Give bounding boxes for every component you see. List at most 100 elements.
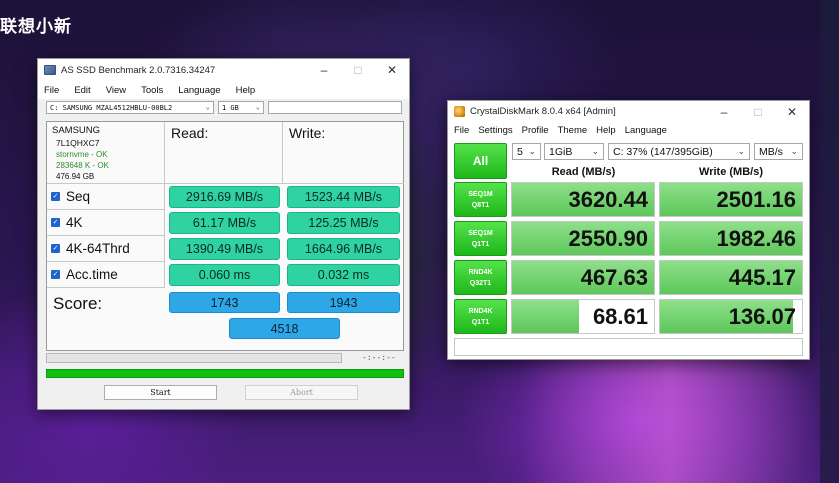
menu-file[interactable]: File — [454, 125, 469, 136]
drive-select[interactable]: C: 37% (147/395GiB) ⌄ — [608, 143, 750, 160]
result-value: 1982.46 — [716, 225, 796, 251]
app-icon — [454, 106, 465, 117]
minimize-icon[interactable]: – — [307, 59, 341, 81]
maximize-icon[interactable]: □ — [741, 101, 775, 123]
menu-bar: File Settings Profile Theme Help Languag… — [448, 122, 809, 139]
menu-view[interactable]: View — [106, 85, 126, 96]
test-4k64[interactable]: ✓ 4K-64Thrd — [51, 241, 130, 256]
close-icon[interactable]: ✕ — [375, 59, 409, 81]
drive-value: C: 37% (147/395GiB) — [613, 145, 713, 158]
menu-bar: File Edit View Tools Language Help — [38, 81, 409, 99]
menu-language[interactable]: Language — [625, 125, 667, 136]
elapsed-time: -:--:-- — [362, 353, 396, 362]
rnd4k-q32t1-read: 467.63 — [511, 260, 655, 295]
write-header: Write: — [289, 125, 326, 141]
test-acc[interactable]: ✓ Acc.time — [51, 267, 118, 282]
runs-value: 5 — [517, 145, 523, 158]
title-bar[interactable]: AS SSD Benchmark 2.0.7316.34247 – □ ✕ — [38, 59, 409, 81]
test-label-line2: Q32T1 — [469, 279, 492, 287]
menu-settings[interactable]: Settings — [478, 125, 512, 136]
acc-read-value: 0.060 ms — [169, 264, 280, 286]
seq-write-value: 1523.44 MB/s — [287, 186, 400, 208]
score-read: 1743 — [169, 292, 280, 313]
test-seq[interactable]: ✓ Seq — [51, 189, 90, 204]
brand-watermark: 联想小新 — [0, 17, 72, 36]
minimize-icon[interactable]: – — [707, 101, 741, 123]
all-button[interactable]: All — [454, 143, 507, 179]
menu-file[interactable]: File — [44, 85, 59, 96]
start-button[interactable]: Start — [104, 385, 217, 400]
result-value: 68.61 — [592, 303, 648, 329]
seq1m-q1t1-write: 1982.46 — [659, 221, 803, 256]
menu-help[interactable]: Help — [236, 85, 256, 96]
menu-theme[interactable]: Theme — [558, 125, 588, 136]
alignment-status: 283648 K - OK — [56, 161, 109, 170]
menu-profile[interactable]: Profile — [522, 125, 549, 136]
result-value: 445.17 — [728, 264, 796, 290]
test-label-line2: Q1T1 — [471, 318, 490, 326]
score-total: 4518 — [229, 318, 340, 339]
test-4k[interactable]: ✓ 4K — [51, 215, 83, 230]
test-seq1m-q1t1-button[interactable]: SEQ1M Q1T1 — [454, 221, 507, 256]
info-field — [268, 101, 402, 114]
checkbox-icon[interactable]: ✓ — [51, 192, 60, 201]
checkbox-icon[interactable]: ✓ — [51, 244, 60, 253]
result-value: 2501.16 — [716, 186, 796, 212]
size-value: 1GiB — [549, 145, 573, 158]
test-label-line1: SEQ1M — [468, 190, 493, 198]
test-seq1m-q8t1-button[interactable]: SEQ1M Q8T1 — [454, 182, 507, 217]
menu-edit[interactable]: Edit — [74, 85, 90, 96]
device-brand: SAMSUNG — [52, 125, 101, 136]
write-header-cell: Write: — [283, 122, 404, 184]
4k64-read-value: 1390.49 MB/s — [169, 238, 280, 260]
size-select-value: 1 GB — [222, 103, 239, 112]
results-grid: SAMSUNG 7L1QHXC7 stornvme - OK 283648 K … — [46, 121, 404, 351]
score-label: Score: — [53, 294, 103, 313]
size-select[interactable]: 1 GB ⌄ — [218, 101, 264, 114]
read-header: Read: — [171, 125, 209, 141]
device-info: SAMSUNG 7L1QHXC7 stornvme - OK 283648 K … — [47, 122, 165, 184]
background-glow — [520, 360, 820, 483]
unit-select[interactable]: MB/s ⌄ — [754, 143, 803, 160]
test-seq-label: Seq — [66, 189, 91, 204]
rnd4k-q1t1-write: 136.07 — [659, 299, 803, 334]
test-label-line2: Q8T1 — [471, 201, 490, 209]
device-model: 7L1QHXC7 — [56, 138, 100, 148]
title-bar[interactable]: CrystalDiskMark 8.0.4 x64 [Admin] – □ ✕ — [448, 101, 809, 122]
maximize-icon[interactable]: □ — [341, 59, 375, 81]
test-rnd4k-q32t1-button[interactable]: RND4K Q32T1 — [454, 260, 507, 295]
menu-language[interactable]: Language — [178, 85, 220, 96]
drive-select-value: C: SAMSUNG MZAL4512HBLU-00BL2 — [50, 103, 173, 112]
test-label-line2: Q1T1 — [471, 240, 490, 248]
background-edge — [820, 0, 839, 483]
checkbox-icon[interactable]: ✓ — [51, 218, 60, 227]
test-4k64-label: 4K-64Thrd — [66, 241, 130, 256]
test-progress-bar — [46, 353, 342, 363]
result-value: 3620.44 — [568, 186, 648, 212]
menu-help[interactable]: Help — [596, 125, 616, 136]
unit-value: MB/s — [759, 145, 783, 158]
close-icon[interactable]: ✕ — [775, 101, 809, 123]
seq1m-q8t1-read: 3620.44 — [511, 182, 655, 217]
4k-read-value: 61.17 MB/s — [169, 212, 280, 234]
device-capacity: 476.94 GB — [56, 172, 95, 181]
chevron-down-icon: ⌄ — [737, 146, 745, 156]
chevron-down-icon: ⌄ — [255, 103, 260, 111]
score-write: 1943 — [287, 292, 400, 313]
seq-read-value: 2916.69 MB/s — [169, 186, 280, 208]
abort-button[interactable]: Abort — [245, 385, 358, 400]
result-fill — [512, 300, 579, 333]
window-title: CrystalDiskMark 8.0.4 x64 [Admin] — [470, 106, 616, 117]
chevron-down-icon: ⌄ — [591, 146, 599, 156]
total-progress-bar — [46, 369, 404, 378]
test-rnd4k-q1t1-button[interactable]: RND4K Q1T1 — [454, 299, 507, 334]
menu-tools[interactable]: Tools — [141, 85, 163, 96]
comment-field[interactable] — [454, 338, 803, 356]
seq1m-q8t1-write: 2501.16 — [659, 182, 803, 217]
checkbox-icon[interactable]: ✓ — [51, 270, 60, 279]
runs-select[interactable]: 5 ⌄ — [512, 143, 541, 160]
drive-select[interactable]: C: SAMSUNG MZAL4512HBLU-00BL2 ⌄ — [46, 101, 214, 114]
test-label-line1: SEQ1M — [468, 229, 493, 237]
crystaldiskmark-window: CrystalDiskMark 8.0.4 x64 [Admin] – □ ✕ … — [447, 100, 810, 360]
size-select[interactable]: 1GiB ⌄ — [544, 143, 604, 160]
